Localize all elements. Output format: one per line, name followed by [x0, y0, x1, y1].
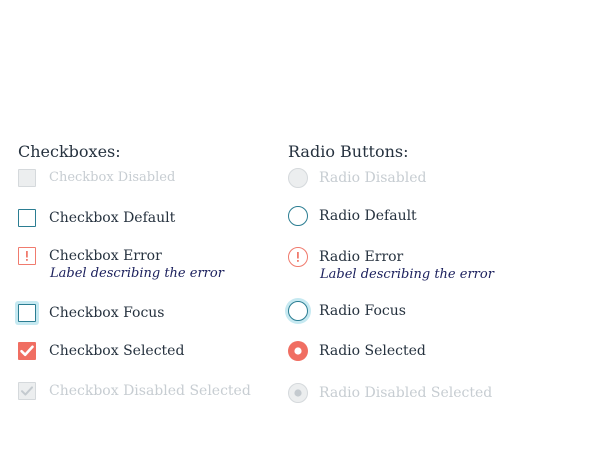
radio-disabled-circle — [288, 168, 308, 188]
radio-selected-circle[interactable] — [288, 341, 308, 361]
checkbox-selected-label: Checkbox Selected — [49, 343, 185, 359]
radio-heading: Radio Buttons: — [288, 142, 409, 161]
radio-disabled-selected-circle — [288, 383, 308, 403]
checkbox-disabled-selected-box — [18, 382, 36, 400]
radio-group: Radio Buttons: Radio Disabled Radio Defa… — [270, 0, 570, 450]
checkbox-error-box[interactable] — [18, 247, 36, 265]
checkbox-disabled-box — [18, 169, 36, 187]
radio-error-message: Label describing the error — [320, 267, 494, 282]
checkbox-error-label: Checkbox Error — [49, 248, 162, 264]
checkbox-default-label: Checkbox Default — [49, 210, 176, 226]
checkbox-disabled-label: Checkbox Disabled — [49, 170, 176, 185]
radio-default-label: Radio Default — [319, 208, 417, 224]
radio-default-circle[interactable] — [288, 206, 308, 226]
checkbox-default-box[interactable] — [18, 209, 36, 227]
radio-focus-circle[interactable] — [288, 301, 308, 321]
checkbox-disabled-selected-label: Checkbox Disabled Selected — [49, 383, 251, 399]
radio-error-circle[interactable] — [288, 247, 308, 267]
radio-error-label: Radio Error — [319, 249, 404, 265]
checkbox-error-message: Label describing the error — [50, 266, 224, 281]
checkbox-group: Checkboxes: Checkbox Disabled Checkbox D… — [0, 0, 300, 450]
checkbox-selected-box[interactable] — [18, 342, 36, 360]
checkbox-focus-box[interactable] — [18, 304, 36, 322]
radio-selected-label: Radio Selected — [319, 343, 426, 359]
checkbox-heading: Checkboxes: — [18, 142, 121, 161]
checkbox-focus-label: Checkbox Focus — [49, 305, 165, 321]
radio-disabled-label: Radio Disabled — [319, 170, 427, 186]
radio-disabled-selected-label: Radio Disabled Selected — [319, 385, 493, 401]
radio-focus-label: Radio Focus — [319, 303, 406, 319]
